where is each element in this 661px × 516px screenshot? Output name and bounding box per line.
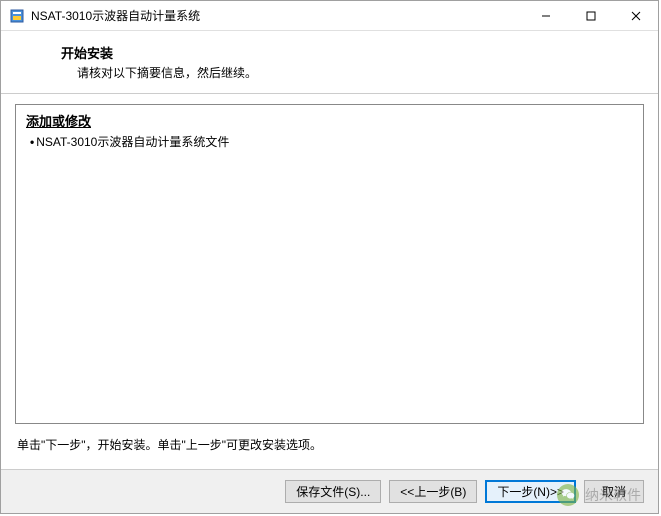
list-item: •NSAT-3010示波器自动计量系统文件 (26, 133, 633, 150)
back-button[interactable]: <<上一步(B) (389, 480, 477, 503)
summary-box: 添加或修改 •NSAT-3010示波器自动计量系统文件 (15, 104, 644, 424)
instruction-text: 单击"下一步"，开始安装。单击"上一步"可更改安装选项。 (15, 432, 644, 461)
section-title: 添加或修改 (26, 111, 633, 130)
minimize-button[interactable] (523, 1, 568, 30)
footer-bar: 保存文件(S)... <<上一步(B) 下一步(N)>> 取消 (1, 469, 658, 513)
page-title: 开始安装 (61, 43, 658, 62)
installer-window: NSAT-3010示波器自动计量系统 开始安装 请核对以下摘要信息，然后继续。 … (0, 0, 659, 514)
app-icon (9, 8, 25, 24)
next-button[interactable]: 下一步(N)>> (485, 480, 576, 503)
bullet-icon: • (30, 135, 34, 149)
content-area: 添加或修改 •NSAT-3010示波器自动计量系统文件 单击"下一步"，开始安装… (1, 94, 658, 469)
titlebar: NSAT-3010示波器自动计量系统 (1, 1, 658, 31)
list-item-label: NSAT-3010示波器自动计量系统文件 (36, 135, 229, 149)
maximize-button[interactable] (568, 1, 613, 30)
cancel-button[interactable]: 取消 (584, 480, 644, 503)
page-subtitle: 请核对以下摘要信息，然后继续。 (61, 64, 658, 81)
save-file-button[interactable]: 保存文件(S)... (285, 480, 381, 503)
titlebar-controls (523, 1, 658, 30)
close-button[interactable] (613, 1, 658, 30)
window-title: NSAT-3010示波器自动计量系统 (31, 7, 523, 24)
header-section: 开始安装 请核对以下摘要信息，然后继续。 (1, 31, 658, 94)
